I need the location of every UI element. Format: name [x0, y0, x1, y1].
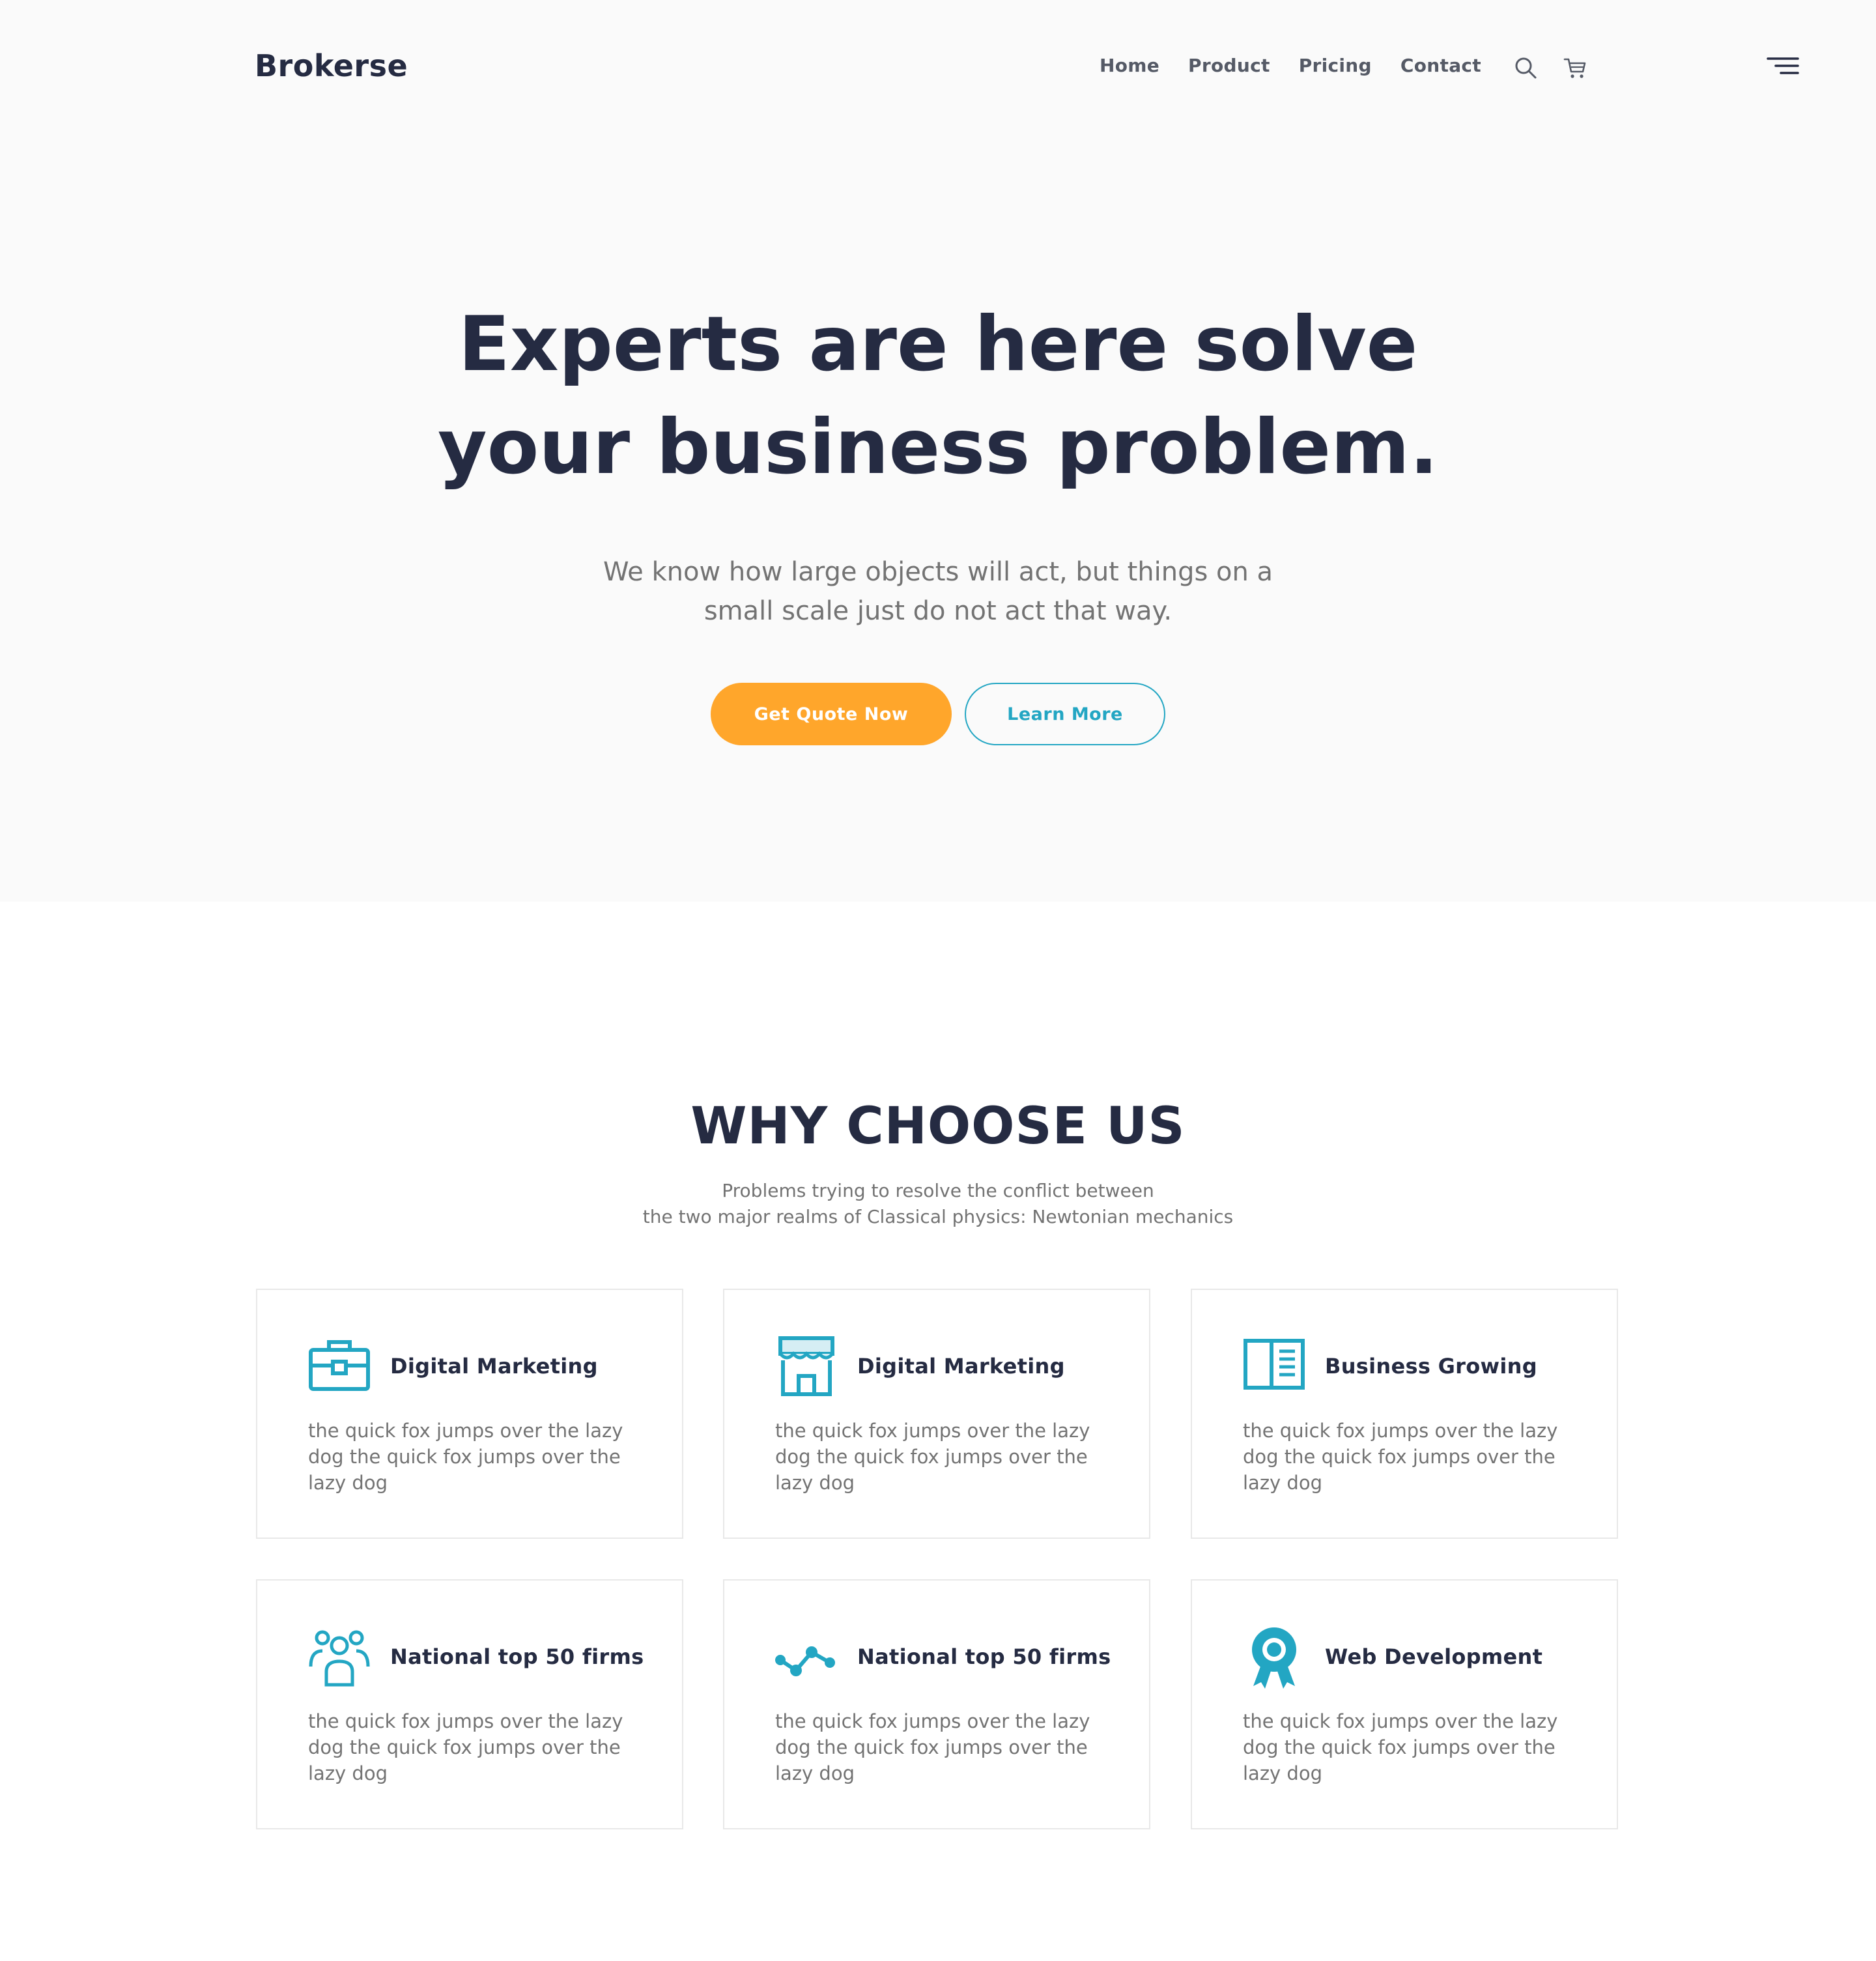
hero-subtitle-line-2: small scale just do not act that way. [704, 596, 1172, 626]
feature-card-title: National top 50 firms [390, 1644, 644, 1669]
section-subtitle-line-1: Problems trying to resolve the conflict … [722, 1180, 1154, 1201]
section-subtitle: Problems trying to resolve the conflict … [0, 1178, 1876, 1230]
cart-icon[interactable] [1563, 57, 1587, 79]
team-icon [308, 1626, 371, 1689]
learn-more-button[interactable]: Learn More [965, 683, 1165, 745]
menu-icon[interactable] [1767, 56, 1799, 78]
nav-contact[interactable]: Contact [1400, 55, 1481, 76]
feature-card: Web Development the quick fox jumps over… [1191, 1579, 1618, 1829]
main-nav: Home Product Pricing Contact [1100, 55, 1481, 76]
feature-card-title: Digital Marketing [857, 1354, 1065, 1379]
get-quote-button[interactable]: Get Quote Now [711, 683, 952, 745]
hero-title: Experts are here solve your business pro… [0, 293, 1876, 499]
trend-line-icon [775, 1626, 838, 1689]
hero-title-line-2: your business problem. [438, 403, 1438, 491]
feature-card-title: National top 50 firms [857, 1644, 1111, 1669]
feature-card-text: the quick fox jumps over the lazy dog th… [1243, 1420, 1558, 1494]
feature-card-text: the quick fox jumps over the lazy dog th… [775, 1710, 1090, 1784]
hero-section: Brokerse Home Product Pricing Contact Ex… [0, 0, 1876, 902]
section-title: WHY CHOOSE US [690, 1097, 1186, 1156]
feature-card-text: the quick fox jumps over the lazy dog th… [308, 1710, 623, 1784]
feature-card: Digital Marketing the quick fox jumps ov… [723, 1289, 1150, 1539]
feature-card-title: Web Development [1325, 1644, 1543, 1669]
feature-card-text: the quick fox jumps over the lazy dog th… [1243, 1710, 1558, 1784]
feature-card: National top 50 firms the quick fox jump… [723, 1579, 1150, 1829]
briefcase-icon [308, 1336, 371, 1398]
storefront-icon [775, 1336, 838, 1398]
hero-title-line-1: Experts are here solve [458, 300, 1418, 388]
hero-subtitle: We know how large objects will act, but … [0, 552, 1876, 631]
nav-home[interactable]: Home [1100, 55, 1159, 76]
nav-product[interactable]: Product [1188, 55, 1270, 76]
search-icon[interactable] [1514, 56, 1537, 79]
feature-card-title: Digital Marketing [390, 1354, 598, 1379]
hero-subtitle-line-1: We know how large objects will act, but … [603, 557, 1273, 587]
feature-card-title: Business Growing [1325, 1354, 1537, 1379]
book-icon [1243, 1336, 1305, 1398]
feature-card: Digital Marketing the quick fox jumps ov… [256, 1289, 683, 1539]
nav-pricing[interactable]: Pricing [1299, 55, 1372, 76]
feature-card-text: the quick fox jumps over the lazy dog th… [775, 1420, 1090, 1494]
feature-card: National top 50 firms the quick fox jump… [256, 1579, 683, 1829]
feature-card: Business Growing the quick fox jumps ove… [1191, 1289, 1618, 1539]
brand-logo[interactable]: Brokerse [255, 48, 408, 83]
feature-card-text: the quick fox jumps over the lazy dog th… [308, 1420, 623, 1494]
section-subtitle-line-2: the two major realms of Classical physic… [642, 1206, 1234, 1227]
award-ribbon-icon [1243, 1626, 1305, 1689]
